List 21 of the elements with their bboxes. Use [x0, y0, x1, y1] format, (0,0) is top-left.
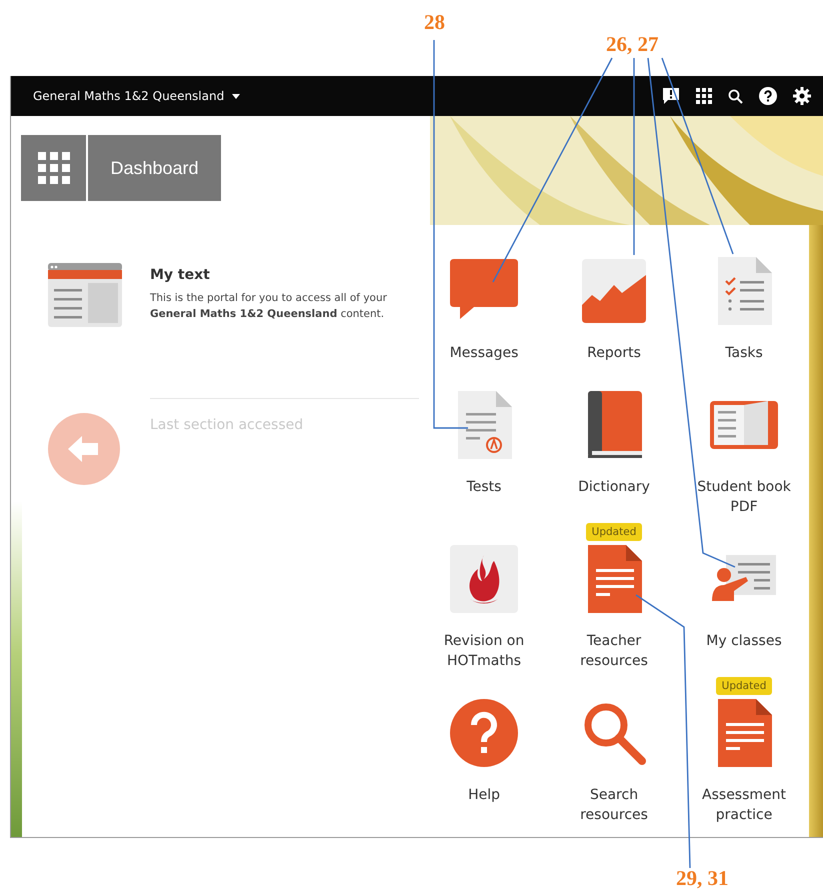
updated-badge: Updated: [586, 523, 642, 541]
card-title[interactable]: My text: [150, 267, 390, 283]
dashboard-tile[interactable]: Tests: [425, 389, 544, 497]
dashboard-tile[interactable]: Dictionary: [555, 389, 674, 497]
dashboard-tile[interactable]: Revision on HOTmaths: [425, 543, 544, 671]
dashboard-tile[interactable]: Help: [425, 697, 544, 805]
updated-badge: Updated: [716, 677, 772, 695]
card-description: This is the portal for you to access all of your General Maths 1&2 Queensland content.: [150, 291, 388, 322]
dashboard-button[interactable]: Dashboard: [21, 135, 221, 201]
dashboard-tile[interactable]: Teacher resources: [555, 543, 674, 671]
course-dropdown[interactable]: General Maths 1&2 Queensland: [33, 89, 240, 103]
dashboard-tile[interactable]: Assessment practice: [685, 697, 804, 825]
callout-number: 28: [424, 10, 445, 35]
dashboard-tile[interactable]: Search resources: [555, 697, 674, 825]
dashboard-tile[interactable]: Reports: [555, 255, 674, 363]
dashboard-tile[interactable]: Student book PDF: [685, 389, 804, 517]
dashboard-tile[interactable]: My classes: [685, 543, 804, 651]
callout-number: 26, 27: [606, 32, 658, 57]
callout-number: 29, 31: [676, 866, 728, 891]
dashboard-tile[interactable]: Messages: [425, 255, 544, 363]
dashboard-tile[interactable]: Tasks: [685, 255, 804, 363]
